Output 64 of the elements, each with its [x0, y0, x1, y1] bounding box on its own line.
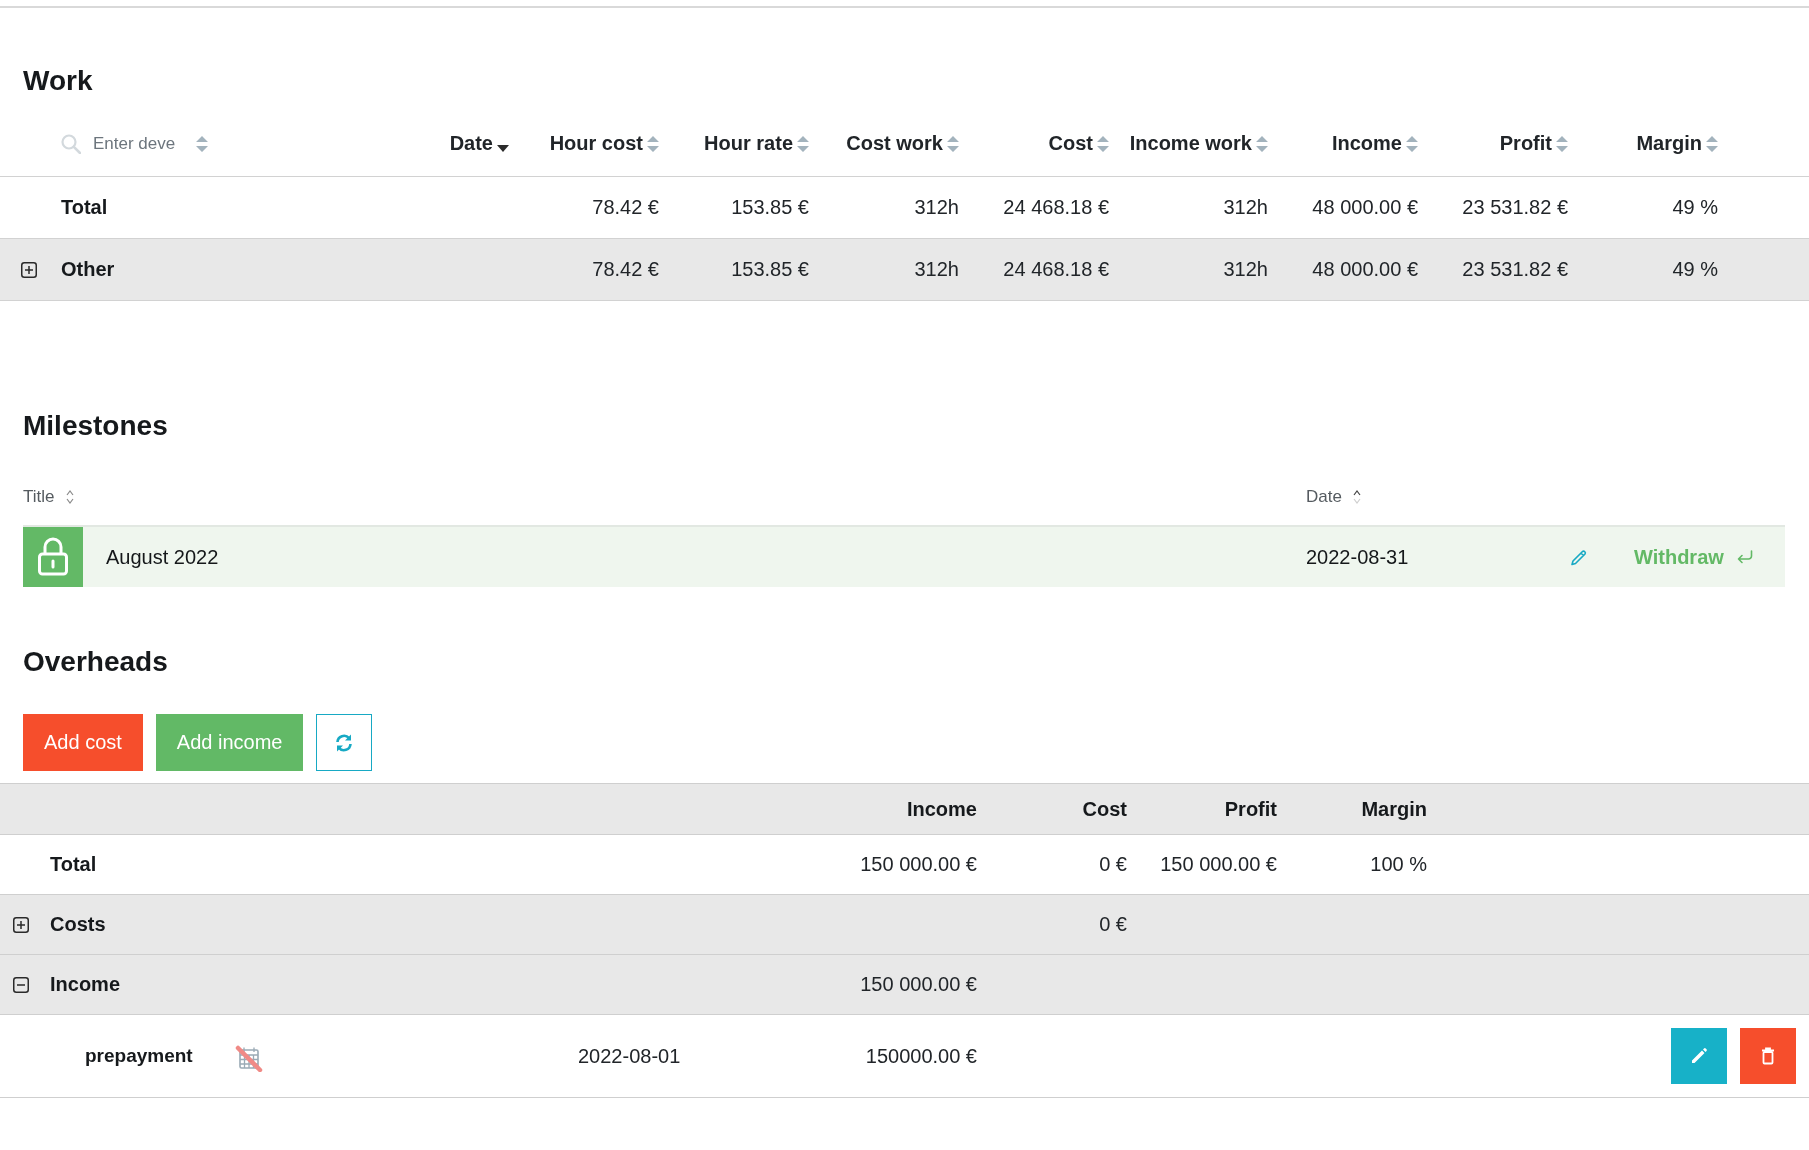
section-title: Milestones: [23, 409, 168, 443]
milestone-date: 2022-08-31: [1306, 545, 1409, 568]
row-label: Costs: [50, 913, 106, 936]
column-header[interactable]: Margin: [1636, 132, 1718, 155]
pencil-icon[interactable]: [1570, 548, 1588, 566]
table-cell: 153.85 €: [731, 196, 809, 219]
column-header[interactable]: Date: [449, 132, 509, 155]
table-cell: 49 %: [1672, 196, 1718, 219]
section-title: Overheads: [23, 645, 168, 679]
row-label: Other: [61, 258, 115, 281]
sort-icon[interactable]: [196, 134, 208, 153]
column-header: Margin: [1361, 797, 1427, 821]
column-header[interactable]: Cost: [1048, 132, 1109, 155]
table-cell: 100 %: [1370, 853, 1427, 876]
row-label: Total: [50, 853, 97, 876]
milestone-title: August 2022: [106, 545, 219, 568]
table-cell: 150000.00 €: [865, 1044, 977, 1068]
column-header[interactable]: Income: [1331, 132, 1418, 155]
table-cell: 24 468.18 €: [1003, 196, 1109, 219]
plus-square-icon[interactable]: [13, 916, 29, 933]
row-label: Total: [61, 196, 108, 219]
table-cell: 150 000.00 €: [860, 853, 977, 876]
column-header: Profit: [1224, 797, 1277, 821]
pencil-icon: [1690, 1047, 1708, 1065]
column-header[interactable]: Hour rate: [704, 132, 809, 155]
column-header[interactable]: Income work: [1129, 132, 1268, 155]
table-cell: 23 531.82 €: [1462, 258, 1568, 281]
table-cell: 48 000.00 €: [1312, 258, 1418, 281]
plus-square-icon[interactable]: [21, 261, 37, 278]
column-header[interactable]: Hour cost: [549, 132, 659, 155]
column-header[interactable]: Title: [23, 487, 74, 507]
minus-square-icon[interactable]: [13, 976, 29, 993]
table-cell: 150 000.00 €: [860, 973, 977, 996]
table-cell: 49 %: [1672, 258, 1718, 281]
section-title: Work: [23, 64, 93, 98]
table-cell: 78.42 €: [592, 196, 659, 219]
calendar-crossed-icon: [234, 1044, 263, 1072]
table-cell: 23 531.82 €: [1462, 196, 1568, 219]
refresh-button[interactable]: [316, 714, 373, 771]
trash-icon: [1761, 1047, 1775, 1065]
return-icon: [1735, 550, 1754, 564]
row-label: prepayment: [85, 1045, 193, 1067]
row-label: Income: [50, 973, 121, 996]
search-field[interactable]: Enter deve: [93, 133, 185, 154]
delete-button[interactable]: [1740, 1028, 1796, 1084]
column-header: Cost: [1082, 797, 1127, 821]
table-cell: 312h: [1223, 196, 1268, 219]
table-cell: 312h: [1223, 258, 1268, 281]
refresh-icon: [334, 732, 355, 753]
table-cell: 24 468.18 €: [1003, 258, 1109, 281]
column-header[interactable]: Date: [1306, 487, 1361, 507]
table-cell: 312h: [914, 258, 959, 281]
table-cell: 153.85 €: [731, 258, 809, 281]
column-header: Income: [906, 797, 977, 821]
table-cell: 78.42 €: [592, 258, 659, 281]
table-cell: 150 000.00 €: [1160, 853, 1277, 876]
table-cell: 0 €: [1099, 853, 1127, 876]
table-cell: 0 €: [1099, 913, 1127, 936]
table-cell: 48 000.00 €: [1312, 196, 1418, 219]
table-cell: 2022-08-01: [578, 1044, 681, 1067]
column-header[interactable]: Profit: [1499, 132, 1568, 155]
search-icon: [61, 133, 81, 154]
column-header[interactable]: Cost work: [846, 132, 959, 155]
table-cell: 312h: [914, 196, 959, 219]
